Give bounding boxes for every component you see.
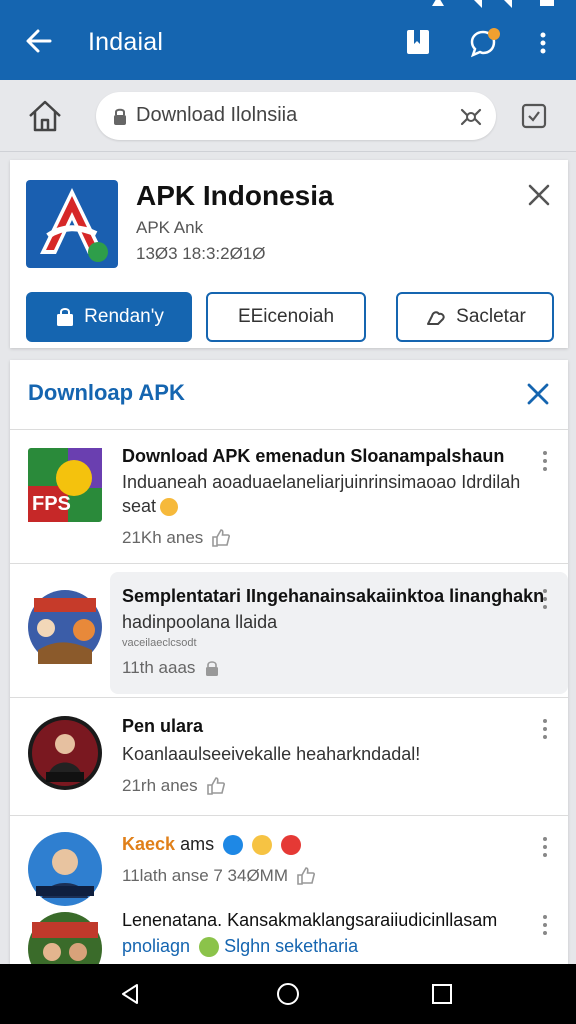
list-item[interactable]: Semplentatari IIngehanainsakaiinktoa lin… [10, 564, 568, 698]
list-item[interactable]: Pen ulara Koanlaaulseeivekalle heaharknd… [10, 698, 568, 816]
share-cloud-icon [427, 311, 445, 325]
primary-action-label: Rendan'y [84, 306, 164, 327]
bookmark-icon[interactable] [404, 28, 432, 56]
download-panel-title: Downloap APK [28, 380, 185, 405]
nav-back-icon[interactable] [118, 982, 142, 1006]
thumbs-up-icon[interactable] [296, 866, 316, 886]
thumbs-up-icon[interactable] [211, 528, 231, 548]
download-panel-header: Downloap APK [10, 360, 568, 430]
item-title: Kaeck ams [122, 834, 302, 856]
primary-action-button[interactable]: Rendan'y [26, 292, 192, 342]
item-description-2: seat [122, 494, 542, 518]
item-title: Pen ulara [122, 716, 204, 736]
url-field[interactable]: Download Ilolnsiia [96, 92, 496, 140]
channel-avatar [28, 716, 102, 790]
item-tiny-text: vaceilaeclcsodt [122, 637, 197, 649]
back-arrow-icon[interactable] [24, 26, 54, 56]
item-description: Koanlaaulseeivekalle heaharkndadal! [122, 744, 421, 764]
close-icon[interactable] [526, 182, 552, 208]
smile-emoji-icon [252, 835, 273, 856]
tertiary-action-button[interactable]: Sacletar [396, 292, 554, 342]
system-nav-bar [0, 964, 576, 1024]
item-meta: 21Kh anes [122, 528, 231, 548]
more-vert-icon[interactable] [530, 30, 556, 56]
shopping-bag-icon [57, 308, 74, 326]
app-name: APK Indonesia [136, 180, 334, 211]
lock-icon [114, 108, 126, 125]
item-title: Download APK emenadun Sloanampalshaun [122, 446, 505, 466]
profile-avatar [28, 832, 102, 906]
more-vert-icon[interactable] [540, 914, 550, 936]
more-vert-icon[interactable] [540, 718, 550, 740]
tabs-icon[interactable] [520, 102, 548, 130]
group-thumbnail [28, 912, 102, 964]
url-text: Download Ilolnsiia [136, 104, 298, 126]
nav-home-icon[interactable] [276, 982, 300, 1006]
secondary-action-label: EEicenoiah [237, 306, 335, 327]
more-vert-icon[interactable] [540, 588, 550, 610]
reader-icon[interactable] [458, 104, 484, 130]
thumbs-up-icon[interactable] [206, 776, 226, 796]
status-bar-icons [432, 0, 554, 8]
address-bar: Download Ilolnsiia [0, 80, 576, 152]
emoji-icon [160, 498, 179, 517]
home-icon[interactable] [26, 98, 64, 134]
nav-recents-icon[interactable] [430, 982, 454, 1006]
more-vert-icon[interactable] [540, 836, 550, 858]
close-icon[interactable] [526, 382, 550, 406]
item-meta: 11th aaas [122, 658, 221, 678]
chat-icon[interactable] [468, 26, 502, 60]
item-description: Induaneah aoaduaelaneliarjuinrinsimaoao … [122, 472, 521, 492]
app-date: 13Ø3 18:3:2Ø1Ø [136, 244, 266, 263]
lock-small-icon [206, 661, 219, 676]
fps-game-thumbnail: FPS [28, 448, 102, 522]
tertiary-action-label: Sacletar [456, 306, 526, 327]
item-meta: 11lath anse 7 34ØMM [122, 866, 316, 886]
video-thumbnail [28, 590, 102, 664]
app-bar: Indaial [0, 0, 576, 80]
verified-icon [223, 835, 244, 856]
secondary-action-button[interactable]: EEicenoiah [206, 292, 366, 342]
item-title: Lenenatana. Kansakmaklangsaraiiudicinlla… [122, 910, 498, 930]
item-meta: 21rh anes [122, 776, 226, 796]
list-item[interactable]: Kaeck ams 11lath anse 7 34ØMM [10, 816, 568, 906]
colorful-ball-icon [199, 937, 220, 958]
angry-emoji-icon [281, 835, 302, 856]
svg-text:FPS: FPS [32, 493, 71, 515]
download-panel: Downloap APK FPS Download APK emenadun S… [10, 360, 568, 964]
list-item[interactable]: FPS Download APK emenadun Sloanampalshau… [10, 430, 568, 564]
item-title: Semplentatari IIngehanainsakaiinktoa lin… [122, 586, 545, 606]
more-vert-icon[interactable] [540, 450, 550, 472]
list-item[interactable]: Lenenatana. Kansakmaklangsaraiiudicinlla… [10, 906, 568, 964]
app-subtitle: APK Ank [136, 218, 204, 237]
app-bar-title: Indaial [88, 28, 164, 56]
item-description: pnoliagn Slghn seketharia [122, 936, 359, 958]
apk-indonesia-app-icon[interactable] [26, 180, 118, 268]
item-description: hadinpoolana llaida [122, 612, 278, 632]
app-card: APK Indonesia APK Ank 13Ø3 18:3:2Ø1Ø Ren… [10, 160, 568, 348]
